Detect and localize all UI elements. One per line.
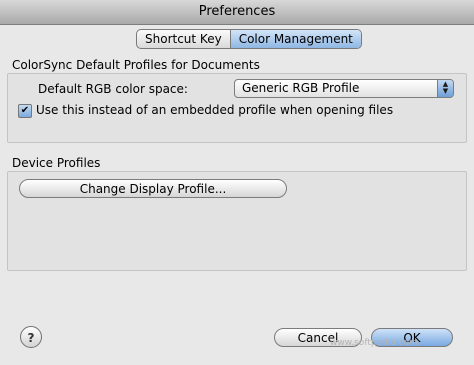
tab-bar: Shortcut Key Color Management	[136, 29, 362, 49]
softpedia-watermark: www.softpedia.com	[330, 338, 418, 348]
rgb-space-label: Default RGB color space:	[38, 82, 188, 96]
rgb-space-value: Generic RGB Profile	[242, 81, 360, 95]
rgb-space-popup[interactable]: Generic RGB Profile ▲ ▼	[234, 79, 454, 98]
use-profile-label: Use this instead of an embedded profile …	[36, 103, 394, 117]
use-profile-checkbox[interactable]: ✔	[18, 104, 32, 118]
help-button[interactable]: ?	[20, 326, 42, 348]
tab-shortcut-key[interactable]: Shortcut Key	[137, 30, 230, 48]
window-title: Preferences	[0, 0, 474, 25]
colorsync-group-label: ColorSync Default Profiles for Documents	[12, 58, 260, 72]
tab-color-management[interactable]: Color Management	[229, 30, 361, 48]
device-profiles-group-label: Device Profiles	[12, 156, 101, 170]
change-display-profile-button[interactable]: Change Display Profile...	[19, 179, 287, 198]
chevron-updown-icon: ▲ ▼	[437, 80, 453, 97]
